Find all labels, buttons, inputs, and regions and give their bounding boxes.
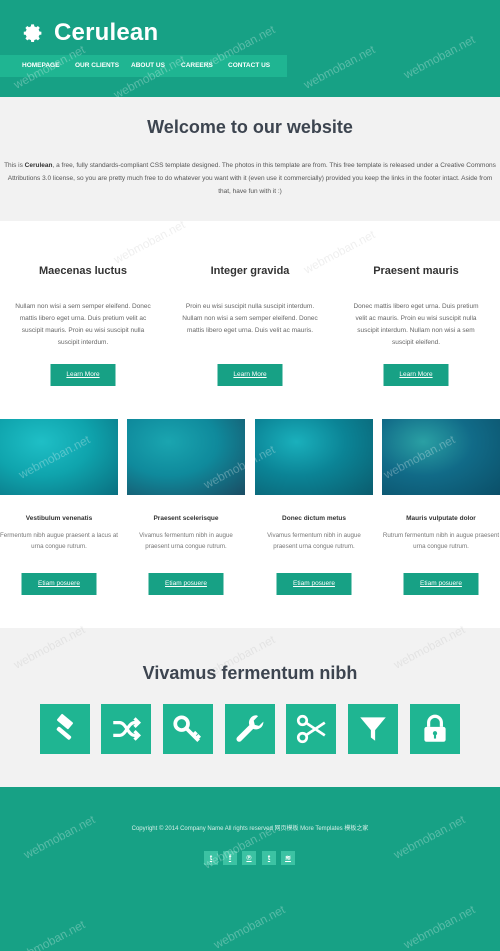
scissors-icon [296,714,326,744]
learn-more-button[interactable]: Learn More [217,364,283,386]
gallery-image[interactable] [382,419,500,495]
gallery-item: Vestibulum venenatis Fermentum nibh augu… [0,419,118,595]
feature-column: Maecenas luctus Nullam non wisi a sem se… [0,265,166,386]
nav-careers[interactable]: CAREERS [181,62,213,69]
pinterest-icon[interactable]: ℗ [242,851,256,865]
etiam-posuere-button[interactable]: Etiam posuere [21,573,97,595]
welcome-section: Welcome to our website This is Cerulean,… [0,97,500,221]
welcome-text-brand: Cerulean [24,162,53,169]
gallery-text: Vivamus fermentum nibh in augue praesent… [139,532,233,550]
feature-text: Nullam non wisi a sem semper eleifend. D… [15,303,151,346]
tool-tile[interactable] [348,704,398,754]
gallery-image[interactable] [255,419,373,495]
twitter-icon[interactable]: t [204,851,218,865]
nav-about-us[interactable]: ABOUT US [131,62,165,69]
gear-icon [23,24,42,42]
learn-more-button[interactable]: Learn More [50,364,116,386]
tool-tile[interactable] [225,704,275,754]
shuffle-icon [113,717,142,741]
gallery-text: Vivamus fermentum nibh in augue praesent… [267,532,361,550]
feature-title: Maecenas luctus [38,265,128,277]
tools-section: Vivamus fermentum nibh [0,628,500,787]
tool-tile[interactable] [163,704,213,754]
gallery-title: Donec dictum metus [282,515,346,522]
welcome-text: This is Cerulean, a free, fully standard… [0,159,500,198]
gallery-text: Rutrum fermentum nibh in augue praesent … [382,532,500,550]
gallery-image[interactable] [0,419,118,495]
gallery-title: Praesent scelerisque [153,515,219,522]
learn-more-button[interactable]: Learn More [383,364,449,386]
tumblr-icon[interactable]: t [262,851,276,865]
facebook-icon[interactable]: f [223,851,237,865]
welcome-text-rest: , a free, fully standards-compliant CSS … [7,162,496,195]
gallery-text: Fermentum nibh augue praesent a lacus at… [0,532,118,550]
wrench-icon [236,715,264,742]
feature-title: Praesent mauris [373,265,459,277]
nav-contact-us[interactable]: CONTACT US [228,62,270,69]
copyright-text: Copyright © 2014 Company Name All rights… [131,826,369,832]
feature-text: Proin eu wisi suscipit nulla suscipit in… [182,303,318,334]
key-icon [173,715,202,743]
filter-icon [360,717,386,741]
site-header: Cerulean HOMEPAGE OUR CLIENTS ABOUT US C… [0,0,500,97]
logo[interactable]: Cerulean [20,18,158,48]
tool-tile[interactable] [410,704,460,754]
gallery-title: Mauris vulputate dolor [406,515,476,522]
feature-column: Praesent mauris Donec mattis libero eget… [333,265,499,386]
gallery-item: Mauris vulputate dolor Rutrum fermentum … [382,419,500,595]
nav-homepage[interactable]: HOMEPAGE [22,62,59,69]
tool-tile[interactable] [101,704,151,754]
tools-heading: Vivamus fermentum nibh [142,663,358,683]
tool-tile[interactable] [40,704,90,754]
feature-text: Donec mattis libero eget urna. Duis pret… [353,303,479,346]
main-nav: HOMEPAGE OUR CLIENTS ABOUT US CAREERS CO… [0,55,287,77]
nav-our-clients[interactable]: OUR CLIENTS [75,62,119,69]
lock-icon [424,714,446,742]
gallery-title: Vestibulum venenatis [25,515,93,522]
tool-tile[interactable] [286,704,336,754]
etiam-posuere-button[interactable]: Etiam posuere [403,573,479,595]
etiam-posuere-button[interactable]: Etiam posuere [148,573,224,595]
gallery-item: Donec dictum metus Vivamus fermentum nib… [255,419,373,595]
rss-icon[interactable]: ≋ [281,851,295,865]
feature-column: Integer gravida Proin eu wisi suscipit n… [167,265,333,386]
etiam-posuere-button[interactable]: Etiam posuere [276,573,352,595]
site-title: Cerulean [54,19,159,46]
welcome-heading: Welcome to our website [147,117,353,137]
gavel-icon [56,713,73,740]
welcome-text-start: This is [4,162,25,169]
gallery-image[interactable] [127,419,245,495]
gallery-item: Praesent scelerisque Vivamus fermentum n… [127,419,245,595]
feature-title: Integer gravida [210,265,290,277]
watermark-text: webmoban.net [111,217,188,267]
site-footer: Copyright © 2014 Company Name All rights… [0,787,500,951]
